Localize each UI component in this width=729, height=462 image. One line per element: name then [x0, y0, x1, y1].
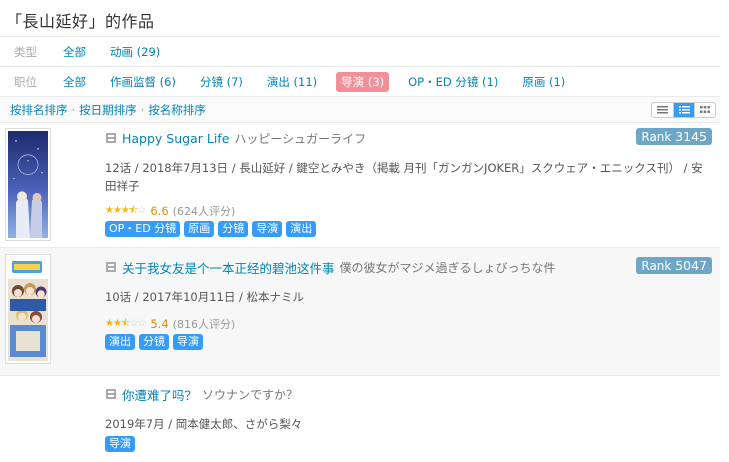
- item-header: 你遭难了吗？ ソウナンですか？: [105, 385, 712, 403]
- position-tag[interactable]: 导演: [105, 436, 135, 452]
- position-filter-key-animation[interactable]: 原画 (1): [517, 72, 570, 92]
- rank-value: 5047: [675, 258, 707, 273]
- position-filter-op-ed-storyboard[interactable]: OP・ED 分镜 (1): [403, 72, 503, 92]
- item-header: 关于我女友是个一本正经的碧池这件事 僕の彼女がマジメ過ぎるしょびっちな件 Ran…: [105, 257, 712, 277]
- rank-label: Rank: [641, 259, 672, 273]
- rank-value: 3145: [675, 129, 707, 144]
- sort-separator: ·: [71, 102, 76, 117]
- position-tag[interactable]: 分镜: [218, 221, 249, 237]
- position-filter-all[interactable]: 全部: [58, 72, 91, 92]
- view-mode-toggle: [651, 102, 716, 118]
- sort-by-rank[interactable]: 按排名排序: [10, 103, 68, 117]
- item-info: Happy Sugar Life ハッピーシュガーライフ Rank 3145 1…: [105, 128, 712, 237]
- position-tag[interactable]: 演出: [286, 221, 317, 237]
- item-info: 你遭难了吗？ ソウナンですか？ 2019年7月 / 岡本健太郎、さがら梨々 导演: [105, 385, 712, 452]
- position-filter-storyboard[interactable]: 分镜 (7): [195, 72, 248, 92]
- position-filter-animation-director[interactable]: 作画监督 (6): [105, 72, 181, 92]
- item-original-title: ソウナンですか？: [202, 387, 299, 402]
- tv-series-icon: [106, 133, 116, 143]
- item-title[interactable]: 你遭难了吗？: [122, 385, 197, 404]
- item-original-title: 僕の彼女がマジメ過ぎるしょびっちな件: [339, 260, 556, 275]
- sort-by-date[interactable]: 按日期排序: [79, 103, 137, 117]
- item-original-title: ハッピーシュガーライフ: [234, 131, 367, 146]
- sort-by-name[interactable]: 按名称排序: [148, 103, 206, 117]
- list-item: 你遭难了吗？ ソウナンですか？ 2019年7月 / 岡本健太郎、さがら梨々 导演: [0, 375, 720, 455]
- sort-separator: ·: [140, 102, 145, 117]
- type-filter-all[interactable]: 全部: [58, 42, 91, 62]
- rating-votes: (816人评分): [172, 318, 236, 331]
- position-filter-label: 职位: [14, 74, 37, 89]
- sort-options: 按排名排序 · 按日期排序 · 按名称排序: [0, 102, 206, 118]
- rating: ★★★⯪☆ 6.6 (624人评分): [105, 204, 712, 218]
- position-tag[interactable]: 导演: [252, 221, 283, 237]
- item-info: 关于我女友是个一本正经的碧池这件事 僕の彼女がマジメ過ぎるしょびっちな件 Ran…: [105, 257, 712, 350]
- tv-series-icon: [106, 262, 116, 272]
- position-tag[interactable]: 演出: [105, 334, 135, 350]
- rank-label: Rank: [641, 130, 672, 144]
- cover-art: [8, 131, 48, 238]
- list-item: 关于我女友是个一本正经的碧池这件事 僕の彼女がマジメ過ぎるしょびっちな件 Ran…: [0, 247, 720, 375]
- position-tag[interactable]: 分镜: [139, 334, 169, 350]
- rating: ★★⯪☆☆ 5.4 (816人评分): [105, 317, 712, 331]
- cover-image[interactable]: [5, 128, 51, 241]
- item-info-text: 2019年7月 / 岡本健太郎、さがら梨々: [105, 417, 303, 431]
- position-tags: 导演: [105, 436, 712, 452]
- position-filter-director[interactable]: 导演 (3): [336, 71, 390, 92]
- position-tag[interactable]: 原画: [184, 221, 215, 237]
- position-tags: 演出 分镜 导演: [105, 334, 712, 350]
- rank-badge: Rank 5047: [636, 257, 712, 274]
- item-info-text: 12话 / 2018年7月13日 / 長山延好 / 鍵空とみやき（掲載 月刊「ガ…: [105, 161, 703, 193]
- cover-image[interactable]: [5, 254, 51, 364]
- star-rating-icon: ★★★⯪☆: [105, 204, 146, 216]
- rating-score: 5.4: [150, 317, 169, 331]
- item-title[interactable]: Happy Sugar Life: [122, 131, 229, 146]
- grid-view-button[interactable]: [694, 103, 715, 117]
- position-tag[interactable]: OP・ED 分镜: [105, 221, 181, 237]
- item-header: Happy Sugar Life ハッピーシュガーライフ Rank 3145: [105, 128, 712, 147]
- tv-series-icon: [106, 389, 116, 399]
- list-item: Happy Sugar Life ハッピーシュガーライフ Rank 3145 1…: [0, 122, 720, 247]
- item-title[interactable]: 关于我女友是个一本正经的碧池这件事: [122, 258, 335, 277]
- cover-art: [8, 257, 48, 361]
- star-rating-icon: ★★⯪☆☆: [105, 317, 146, 329]
- sort-bar: 按排名排序 · 按日期排序 · 按名称排序: [0, 96, 720, 122]
- rank-badge: Rank 3145: [636, 128, 712, 145]
- list-icon: [657, 106, 668, 114]
- type-filter-label: 类型: [14, 44, 37, 59]
- detail-list-icon: [678, 106, 690, 114]
- position-tag[interactable]: 导演: [173, 334, 203, 350]
- page-title: 「長山延好」的作品: [6, 12, 155, 31]
- type-filter-anime[interactable]: 动画 (29): [105, 42, 165, 62]
- rating-votes: (624人评分): [172, 205, 236, 218]
- item-info-text: 10话 / 2017年10月11日 / 松本ナミル: [105, 290, 305, 304]
- position-filter-episode-director[interactable]: 演出 (11): [262, 72, 322, 92]
- rating-score: 6.6: [150, 204, 169, 218]
- list-view-button[interactable]: [652, 103, 673, 117]
- detail-list-view-button[interactable]: [673, 103, 694, 117]
- type-filter-row: 类型 全部 动画 (29): [0, 36, 720, 66]
- grid-icon: [700, 106, 710, 113]
- position-tags: OP・ED 分镜 原画 分镜 导演 演出: [105, 221, 712, 237]
- position-filter-row: 职位 全部 作画监督 (6) 分镜 (7) 演出 (11) 导演 (3) OP・…: [0, 66, 720, 96]
